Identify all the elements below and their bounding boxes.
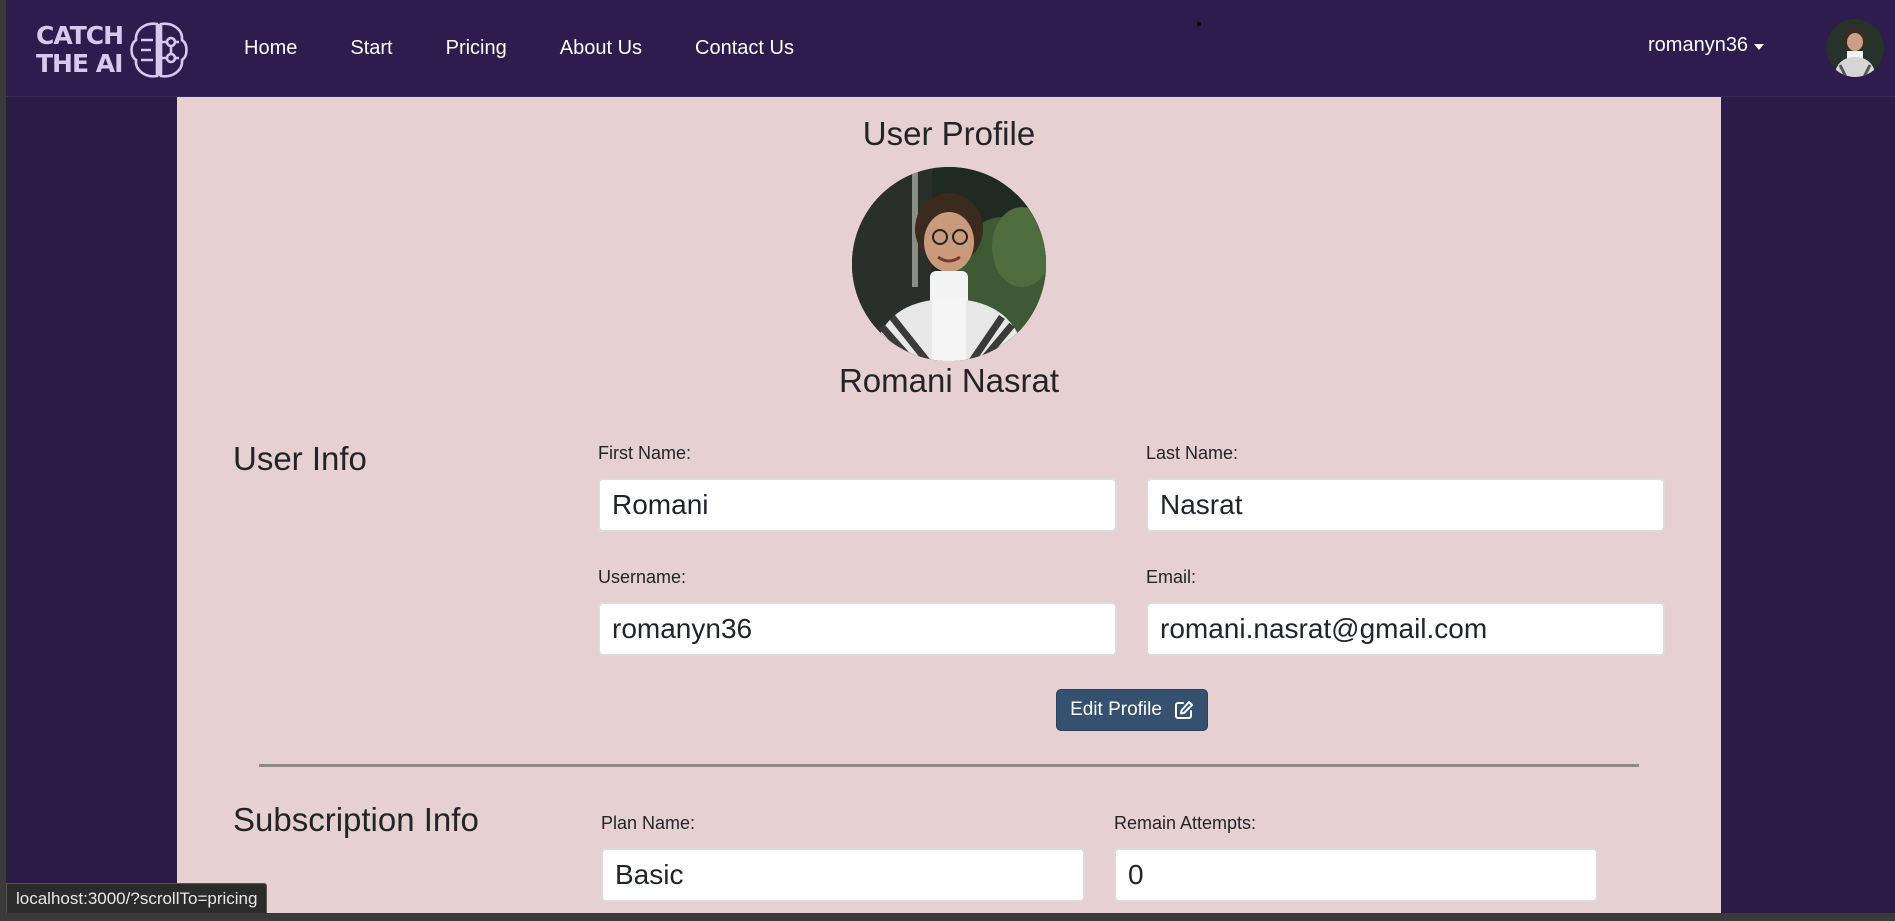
cursor-dot <box>1197 22 1201 26</box>
profile-card: User Profile Romani Nasrat User Info Fir… <box>177 97 1721 913</box>
nav-links: Home Start Pricing About Us Contact Us <box>244 0 847 96</box>
profile-photo <box>852 167 1046 361</box>
email-field[interactable] <box>1146 602 1665 656</box>
pencil-square-icon <box>1174 701 1193 719</box>
full-name: Romani Nasrat <box>838 362 1060 399</box>
window-frame-bottom <box>0 913 1895 921</box>
last-name-field[interactable] <box>1146 478 1665 532</box>
nav-link-about-us[interactable]: About Us <box>560 37 642 60</box>
logo-line-2: THE AI <box>36 49 123 78</box>
link-status-tooltip: localhost:3000/?scrollTo=pricing <box>6 883 268 915</box>
user-info-title: User Info <box>233 440 367 477</box>
nav-link-pricing[interactable]: Pricing <box>446 37 507 60</box>
username-field[interactable] <box>598 602 1117 656</box>
navbar: CATCH THE AI Home Start Pricing About Us… <box>6 0 1895 97</box>
user-dropdown[interactable]: romanyn36 <box>1648 34 1765 57</box>
plan-name-field[interactable] <box>601 848 1085 902</box>
logo[interactable]: CATCH THE AI <box>36 20 191 80</box>
profile-photo-image <box>852 167 1046 361</box>
email-label: Email: <box>1146 567 1197 587</box>
edit-profile-button[interactable]: Edit Profile <box>1056 689 1208 731</box>
remain-attempts-label: Remain Attempts: <box>1114 813 1257 833</box>
plan-name-label: Plan Name: <box>601 813 696 833</box>
first-name-field[interactable] <box>598 478 1117 532</box>
user-dropdown-label: romanyn36 <box>1648 34 1749 56</box>
nav-link-contact-us[interactable]: Contact Us <box>695 37 794 60</box>
window-frame-left <box>0 0 6 921</box>
page-title: User Profile <box>862 115 1036 152</box>
caret-down-icon <box>1754 43 1765 50</box>
brain-icon <box>130 22 188 78</box>
nav-link-home[interactable]: Home <box>244 37 297 60</box>
edit-profile-label: Edit Profile <box>1070 699 1162 720</box>
logo-text: CATCH THE AI <box>36 21 124 78</box>
nav-link-start[interactable]: Start <box>350 37 392 60</box>
logo-line-1: CATCH <box>36 21 124 50</box>
remain-attempts-field[interactable] <box>1114 848 1598 902</box>
avatar[interactable] <box>1826 19 1884 77</box>
avatar-photo <box>1826 19 1884 77</box>
first-name-label: First Name: <box>598 443 692 463</box>
section-divider <box>259 764 1639 767</box>
subscription-info-title: Subscription Info <box>233 801 479 838</box>
username-label: Username: <box>598 567 687 587</box>
last-name-label: Last Name: <box>1146 443 1239 463</box>
